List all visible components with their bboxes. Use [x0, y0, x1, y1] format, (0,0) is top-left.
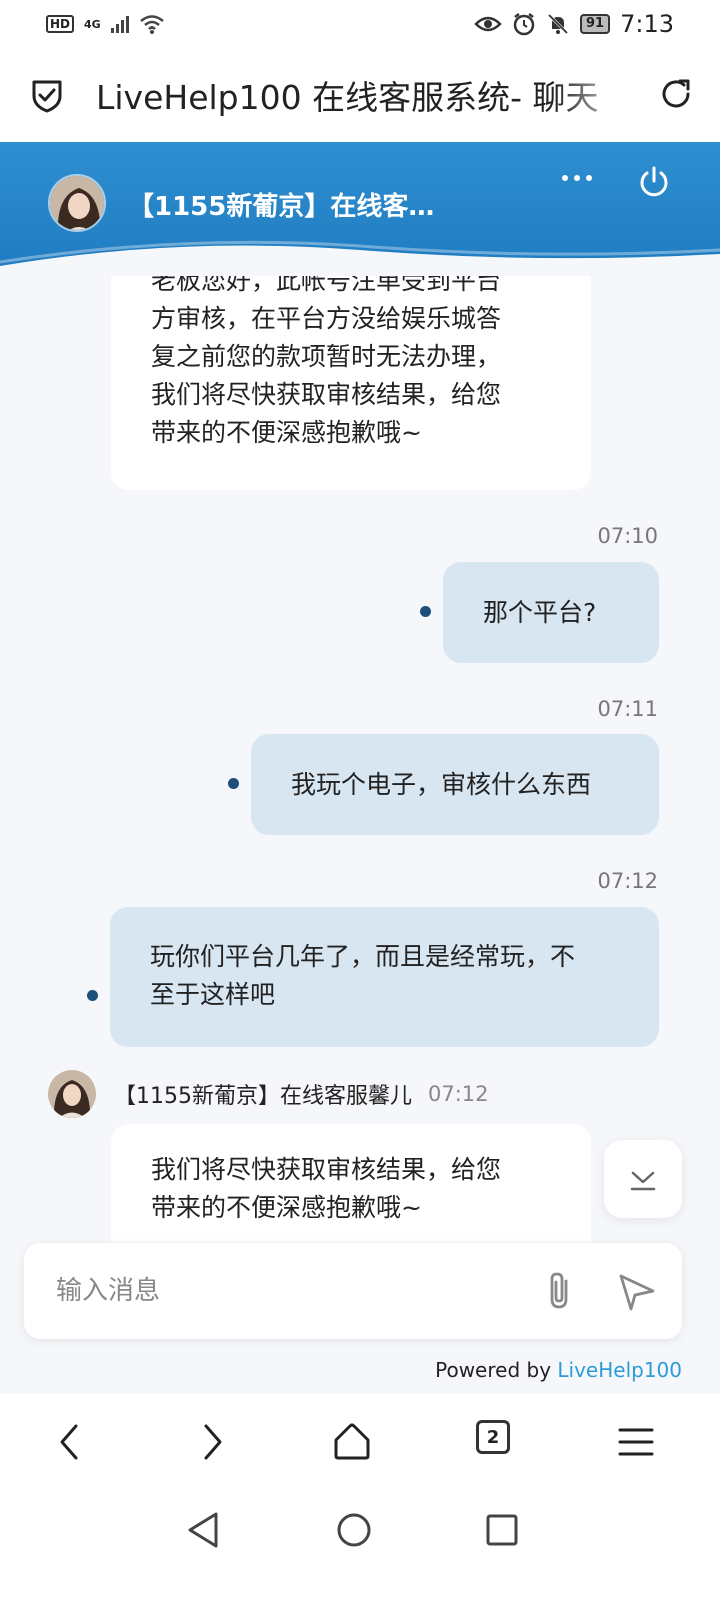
system-navigation-bar — [0, 1492, 720, 1600]
mute-bell-icon — [547, 13, 569, 35]
back-arrow-icon[interactable] — [48, 1420, 92, 1464]
message-text: 我玩个电子，审核什么东西 — [291, 769, 592, 799]
message-time: 07:12 — [597, 869, 658, 893]
sender-name: 【1155新葡京】在线客服馨儿 — [114, 1084, 412, 1109]
circle-home-icon[interactable] — [334, 1510, 374, 1550]
more-icon[interactable] — [562, 172, 596, 184]
message-text: 那个平台? — [483, 597, 597, 627]
signal-icon — [110, 15, 129, 33]
message-time: 07:11 — [597, 697, 658, 721]
triangle-back-icon[interactable] — [184, 1510, 224, 1550]
agent-message-bubble: 我们将尽快获取审核结果，给您 带来的不便深感抱歉哦~ — [111, 1124, 591, 1242]
message-line: 方审核，在平台方没给娱乐城答 — [151, 304, 502, 333]
agent-name-title: 【1155新葡京】在线客服... — [128, 192, 458, 222]
menu-icon[interactable] — [614, 1420, 658, 1464]
sent-status-dot — [87, 990, 98, 1001]
powered-prefix: Powered by — [435, 1358, 558, 1382]
home-icon[interactable] — [330, 1420, 374, 1464]
message-line: 我们将尽快获取审核结果，给您 — [151, 1155, 502, 1184]
user-message-bubble: 我玩个电子，审核什么东西 — [251, 734, 659, 835]
user-message-bubble: 那个平台? — [443, 562, 659, 663]
message-list[interactable]: 老板您好，此帐号注单受到平台 方审核，在平台方没给娱乐城答 复之前您的款项暂时无… — [0, 276, 720, 1242]
livehelp-link[interactable]: LiveHelp100 — [557, 1358, 682, 1382]
network-label: 4G — [84, 17, 101, 31]
status-left: HD 4G — [46, 13, 165, 35]
message-line: 复之前您的款项暂时无法办理， — [151, 342, 502, 371]
shield-check-icon[interactable] — [28, 76, 66, 114]
message-time: 07:12 — [428, 1082, 489, 1106]
powered-by: Powered by LiveHelp100 — [435, 1358, 682, 1382]
page-title[interactable]: LiveHelp100 在线客服系统- 聊天 — [96, 71, 636, 119]
status-time: 7:13 — [620, 10, 674, 38]
agent-avatar — [48, 1070, 96, 1118]
message-line: 带来的不便深感抱歉哦~ — [151, 418, 422, 447]
message-line: 我们将尽快获取审核结果，给您 — [151, 380, 502, 409]
wifi-icon — [139, 15, 164, 34]
status-bar: HD 4G 91 7:13 — [0, 0, 720, 48]
message-line: 老板您好，此帐号注单受到平台 — [151, 276, 502, 295]
chevron-down-icon — [630, 1171, 656, 1191]
agent-sender-row: 【1155新葡京】在线客服馨儿 07:12 — [48, 1070, 489, 1118]
paperclip-icon[interactable] — [540, 1269, 580, 1313]
browser-toolbar: 2 — [0, 1394, 720, 1492]
square-recents-icon[interactable] — [482, 1510, 522, 1550]
forward-arrow-icon[interactable] — [190, 1420, 234, 1464]
message-line: 玩你们平台几年了，而且是经常玩，不 — [150, 942, 576, 971]
user-message-bubble: 玩你们平台几年了，而且是经常玩，不 至于这样吧 — [110, 907, 659, 1047]
alarm-icon — [513, 13, 535, 36]
agent-avatar — [48, 174, 106, 232]
status-right: 91 7:13 — [474, 10, 674, 38]
sent-status-dot — [228, 778, 239, 789]
eye-icon — [474, 16, 502, 32]
agent-message-bubble: 老板您好，此帐号注单受到平台 方审核，在平台方没给娱乐城答 复之前您的款项暂时无… — [111, 276, 591, 490]
message-input[interactable] — [56, 1265, 496, 1317]
scroll-to-bottom-button[interactable] — [604, 1140, 682, 1218]
power-icon[interactable] — [636, 164, 672, 200]
message-line: 至于这样吧 — [150, 980, 276, 1009]
battery-indicator: 91 — [580, 14, 611, 34]
reload-icon[interactable] — [658, 76, 694, 112]
header-wave — [0, 240, 720, 276]
message-composer — [24, 1243, 682, 1339]
browser-address-bar: LiveHelp100 在线客服系统- 聊天 — [0, 48, 720, 142]
message-time: 07:10 — [597, 524, 658, 548]
hd-badge: HD — [46, 15, 75, 33]
chat-header: 【1155新葡京】在线客服... — [0, 142, 720, 276]
sent-status-dot — [420, 606, 431, 617]
send-icon[interactable] — [616, 1271, 658, 1313]
message-line: 带来的不便深感抱歉哦~ — [151, 1193, 422, 1222]
tabs-icon[interactable]: 2 — [476, 1420, 510, 1454]
